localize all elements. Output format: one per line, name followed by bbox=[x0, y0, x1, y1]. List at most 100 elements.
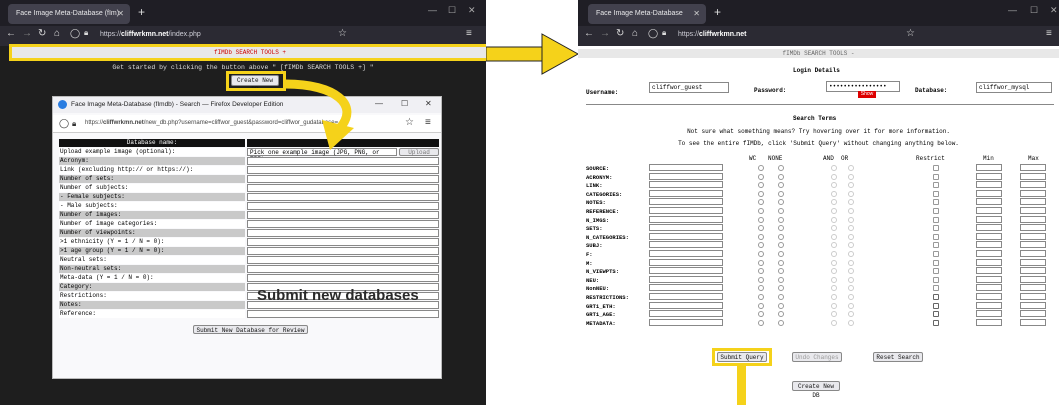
min-input[interactable] bbox=[976, 267, 1002, 275]
wc-radio[interactable] bbox=[758, 242, 764, 249]
or-radio[interactable] bbox=[848, 190, 854, 197]
and-radio[interactable] bbox=[831, 259, 837, 266]
or-radio[interactable] bbox=[848, 268, 854, 275]
and-radio[interactable] bbox=[831, 294, 837, 300]
none-radio[interactable] bbox=[778, 319, 784, 326]
max-input[interactable] bbox=[1020, 215, 1046, 223]
restrict-checkbox[interactable] bbox=[933, 173, 939, 180]
max-input[interactable] bbox=[1020, 241, 1046, 249]
restrict-checkbox[interactable] bbox=[933, 294, 939, 300]
min-input[interactable] bbox=[976, 172, 1002, 180]
or-radio[interactable] bbox=[848, 259, 854, 266]
wc-radio[interactable] bbox=[758, 294, 764, 300]
max-input[interactable] bbox=[1020, 267, 1046, 275]
field-input[interactable] bbox=[649, 181, 723, 189]
none-radio[interactable] bbox=[778, 225, 784, 232]
none-radio[interactable] bbox=[778, 233, 784, 240]
field-input[interactable] bbox=[649, 250, 723, 257]
and-radio[interactable] bbox=[831, 251, 837, 257]
and-radio[interactable] bbox=[831, 182, 837, 189]
right-menu-bar[interactable]: fIMDb SEARCH TOOLS - bbox=[578, 49, 1059, 58]
max-input[interactable] bbox=[1020, 224, 1046, 232]
none-radio[interactable] bbox=[778, 285, 784, 292]
wc-radio[interactable] bbox=[758, 225, 764, 232]
wc-radio[interactable] bbox=[758, 251, 764, 257]
max-input[interactable] bbox=[1020, 284, 1046, 292]
none-radio[interactable] bbox=[778, 242, 784, 249]
field-input[interactable] bbox=[649, 267, 723, 275]
none-radio[interactable] bbox=[778, 268, 784, 275]
field-input[interactable] bbox=[649, 318, 723, 326]
reset-search-button[interactable]: Reset Search bbox=[873, 352, 923, 362]
and-radio[interactable] bbox=[831, 242, 837, 249]
and-radio[interactable] bbox=[831, 165, 837, 171]
none-radio[interactable] bbox=[778, 208, 784, 214]
restrict-checkbox[interactable] bbox=[933, 233, 939, 240]
none-radio[interactable] bbox=[778, 294, 784, 300]
or-radio[interactable] bbox=[848, 285, 854, 292]
right-forward-icon[interactable]: → bbox=[600, 28, 610, 39]
max-input[interactable] bbox=[1020, 250, 1046, 257]
restrict-checkbox[interactable] bbox=[933, 190, 939, 197]
username-field[interactable]: cliffwor_guest bbox=[649, 82, 729, 93]
undo-changes-button[interactable]: Undo Changes bbox=[792, 352, 842, 362]
or-radio[interactable] bbox=[848, 311, 854, 318]
field-input[interactable] bbox=[649, 215, 723, 223]
min-input[interactable] bbox=[976, 275, 1002, 283]
right-create-db-button[interactable]: Create New DB bbox=[792, 381, 840, 399]
wc-radio[interactable] bbox=[758, 199, 764, 206]
max-input[interactable] bbox=[1020, 172, 1046, 180]
and-radio[interactable] bbox=[831, 302, 837, 309]
min-input[interactable] bbox=[976, 181, 1002, 189]
wc-radio[interactable] bbox=[758, 208, 764, 214]
min-input[interactable] bbox=[976, 232, 1002, 240]
right-maximize-icon[interactable]: ☐ bbox=[1030, 5, 1038, 16]
restrict-checkbox[interactable] bbox=[933, 319, 939, 326]
max-input[interactable] bbox=[1020, 293, 1046, 300]
show-password-badge[interactable]: Show bbox=[858, 91, 876, 98]
max-input[interactable] bbox=[1020, 207, 1046, 214]
max-input[interactable] bbox=[1020, 275, 1046, 283]
restrict-checkbox[interactable] bbox=[933, 225, 939, 232]
max-input[interactable] bbox=[1020, 164, 1046, 171]
wc-radio[interactable] bbox=[758, 311, 764, 318]
and-radio[interactable] bbox=[831, 173, 837, 180]
restrict-checkbox[interactable] bbox=[933, 276, 939, 283]
min-input[interactable] bbox=[976, 301, 1002, 309]
none-radio[interactable] bbox=[778, 199, 784, 206]
and-radio[interactable] bbox=[831, 276, 837, 283]
min-input[interactable] bbox=[976, 189, 1002, 197]
max-input[interactable] bbox=[1020, 258, 1046, 266]
and-radio[interactable] bbox=[831, 311, 837, 318]
restrict-checkbox[interactable] bbox=[933, 208, 939, 214]
field-input[interactable] bbox=[649, 207, 723, 214]
max-input[interactable] bbox=[1020, 181, 1046, 189]
wc-radio[interactable] bbox=[758, 268, 764, 275]
field-input[interactable] bbox=[649, 189, 723, 197]
field-input[interactable] bbox=[649, 275, 723, 283]
or-radio[interactable] bbox=[848, 276, 854, 283]
min-input[interactable] bbox=[976, 241, 1002, 249]
min-input[interactable] bbox=[976, 284, 1002, 292]
none-radio[interactable] bbox=[778, 302, 784, 309]
min-input[interactable] bbox=[976, 164, 1002, 171]
wc-radio[interactable] bbox=[758, 302, 764, 309]
or-radio[interactable] bbox=[848, 208, 854, 214]
none-radio[interactable] bbox=[778, 182, 784, 189]
max-input[interactable] bbox=[1020, 232, 1046, 240]
or-radio[interactable] bbox=[848, 251, 854, 257]
wc-radio[interactable] bbox=[758, 190, 764, 197]
none-radio[interactable] bbox=[778, 165, 784, 171]
restrict-checkbox[interactable] bbox=[933, 285, 939, 292]
wc-radio[interactable] bbox=[758, 173, 764, 180]
field-input[interactable] bbox=[649, 224, 723, 232]
min-input[interactable] bbox=[976, 310, 1002, 318]
max-input[interactable] bbox=[1020, 310, 1046, 318]
min-input[interactable] bbox=[976, 215, 1002, 223]
right-minimize-icon[interactable]: — bbox=[1008, 5, 1017, 15]
right-lock-icon[interactable]: 🔒︎ bbox=[662, 28, 666, 38]
database-field[interactable]: cliffwor_mysql bbox=[976, 82, 1052, 93]
max-input[interactable] bbox=[1020, 301, 1046, 309]
wc-radio[interactable] bbox=[758, 165, 764, 171]
wc-radio[interactable] bbox=[758, 216, 764, 223]
